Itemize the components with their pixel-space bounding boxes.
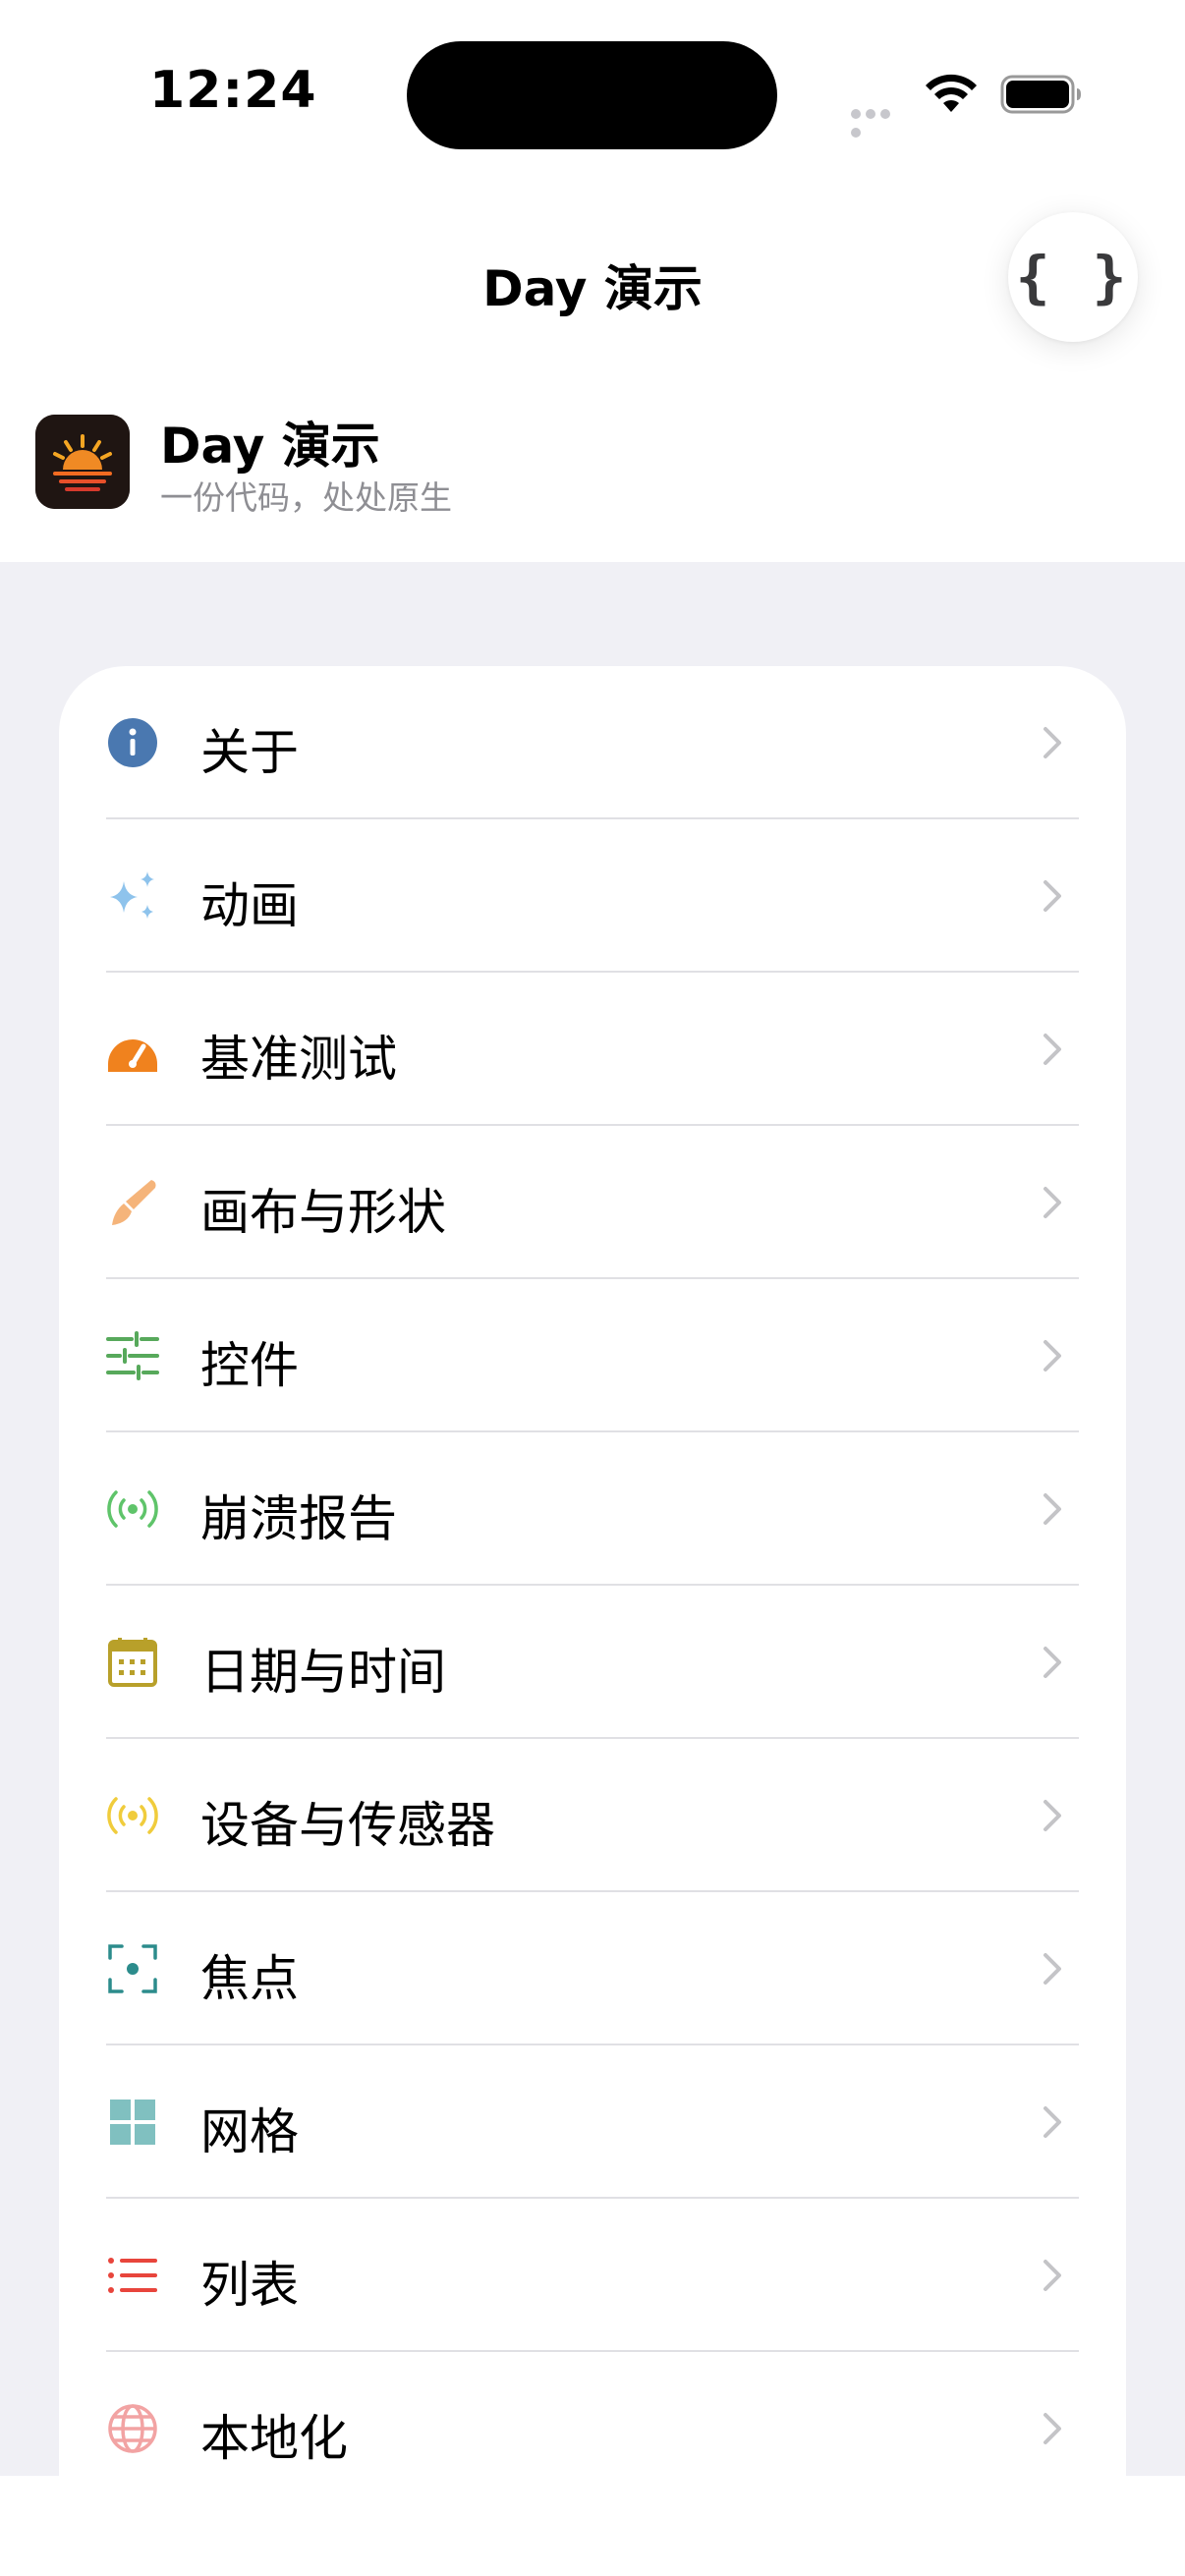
list-item-crash-reports[interactable]: 崩溃报告: [59, 1432, 1126, 1586]
bottom-safe-area: [0, 2476, 1185, 2576]
app-tagline: 一份代码，处处原生: [160, 478, 452, 517]
info-icon: [108, 718, 157, 767]
chevron-right-icon: [1044, 2106, 1061, 2138]
chevron-right-icon: [1044, 2260, 1061, 2291]
status-bar: 12:24: [0, 0, 1185, 187]
paintbrush-icon: [112, 1180, 156, 1225]
chevron-right-icon: [1044, 1800, 1061, 1831]
calendar-icon: [108, 1638, 157, 1687]
sparkles-icon: [110, 871, 154, 919]
status-time: 12:24: [149, 61, 317, 120]
chevron-right-icon: [1044, 1953, 1061, 1985]
dynamic-island: [407, 41, 777, 149]
list-item-label: 关于: [200, 724, 299, 781]
list-item-label: 基准测试: [200, 1031, 397, 1088]
globe-icon: [108, 2404, 157, 2453]
list-item-controls[interactable]: 控件: [59, 1279, 1126, 1432]
braces-icon: { }: [1015, 244, 1131, 310]
battery-icon: [1000, 75, 1081, 114]
cellular-signal-icon: [851, 104, 908, 138]
chevron-right-icon: [1044, 1034, 1061, 1065]
app-name: Day 演示: [160, 418, 380, 475]
list-item-benchmark[interactable]: 基准测试: [59, 973, 1126, 1126]
wifi-icon: [926, 74, 977, 112]
list-item-label: 焦点: [200, 1950, 299, 2007]
list-item-label: 动画: [200, 877, 299, 934]
list-item-localization[interactable]: 本地化: [59, 2352, 1126, 2476]
sensor-icon: [107, 1797, 158, 1834]
list-item-canvas-shapes[interactable]: 画布与形状: [59, 1126, 1126, 1279]
grid-icon: [110, 2100, 155, 2145]
list-item-label: 网格: [200, 2103, 299, 2160]
list-item-grid[interactable]: 网格: [59, 2045, 1126, 2199]
focus-icon: [108, 1944, 157, 1993]
list-item-label: 画布与形状: [200, 1184, 446, 1241]
broadcast-icon: [107, 1490, 158, 1528]
chevron-right-icon: [1044, 1187, 1061, 1218]
content-area: 关于 动画 基准测试 画布与形状 控件 崩溃报告 日期与时间 设备与传感器 焦点…: [0, 562, 1185, 2476]
list-icon: [108, 2258, 157, 2293]
list-item-label: 设备与传感器: [200, 1797, 495, 1854]
list-item-list[interactable]: 列表: [59, 2199, 1126, 2352]
chevron-right-icon: [1044, 880, 1061, 912]
app-header: Day 演示 一份代码，处处原生: [0, 393, 1185, 562]
code-button[interactable]: { }: [1008, 212, 1138, 342]
list-item-label: 控件: [200, 1337, 299, 1394]
list-item-label: 列表: [200, 2257, 299, 2314]
page-title: Day 演示: [482, 260, 703, 317]
chevron-right-icon: [1044, 727, 1061, 758]
gauge-icon: [108, 1039, 157, 1072]
chevron-right-icon: [1044, 2413, 1061, 2444]
chevron-right-icon: [1044, 1340, 1061, 1372]
list-item-label: 本地化: [200, 2410, 348, 2467]
list-item-focus[interactable]: 焦点: [59, 1892, 1126, 2045]
list-item-animation[interactable]: 动画: [59, 819, 1126, 973]
chevron-right-icon: [1044, 1493, 1061, 1525]
sliders-icon: [106, 1331, 159, 1380]
app-logo-icon: [35, 415, 130, 509]
list-item-date-time[interactable]: 日期与时间: [59, 1586, 1126, 1739]
list-item-about[interactable]: 关于: [59, 666, 1126, 819]
list-item-label: 日期与时间: [200, 1644, 446, 1701]
list-item-device-sensors[interactable]: 设备与传感器: [59, 1739, 1126, 1892]
chevron-right-icon: [1044, 1647, 1061, 1678]
menu-list: 关于 动画 基准测试 画布与形状 控件 崩溃报告 日期与时间 设备与传感器 焦点…: [59, 666, 1126, 2476]
list-item-label: 崩溃报告: [200, 1490, 397, 1547]
